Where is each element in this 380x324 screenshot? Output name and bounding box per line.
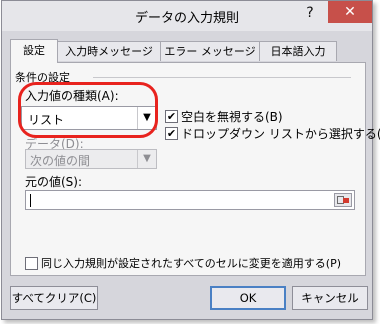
apply-all-label: 同じ入力規則が設定されたすべてのセルに変更を適用する(P) [41, 257, 342, 270]
tab-ime[interactable]: 日本語入力 [259, 41, 337, 61]
data-combo[interactable]: 次の値の間 ▼ [25, 149, 157, 169]
tab-error-message[interactable]: エラー メッセージ [160, 41, 260, 61]
chevron-down-icon[interactable]: ▼ [137, 150, 156, 168]
cancel-button[interactable]: キャンセル [292, 286, 368, 310]
dropdown-label: ドロップダウン リストから選択する(I) [181, 127, 380, 141]
red-highlight-circle [18, 82, 158, 138]
title-bar: データの入力規則 ? ✕ [2, 1, 372, 31]
data-validation-dialog: データの入力規則 ? ✕ 設定 入力時メッセージ エラー メッセージ 日本語入力… [1, 0, 380, 320]
tab-settings[interactable]: 設定 [10, 39, 58, 63]
apply-all-checkbox[interactable] [25, 257, 38, 270]
clear-all-button[interactable]: すべてクリア(C) [10, 286, 98, 310]
data-value: 次の値の間 [30, 154, 91, 168]
close-button[interactable]: ✕ [328, 1, 372, 23]
help-icon[interactable]: ? [302, 5, 318, 23]
range-select-icon[interactable] [334, 193, 352, 207]
ok-button[interactable]: OK [210, 286, 286, 310]
tab-bar: 設定 入力時メッセージ エラー メッセージ 日本語入力 [10, 39, 366, 63]
dropdown-checkbox[interactable]: ✔ [165, 127, 178, 140]
group-divider [93, 77, 351, 78]
ignore-blank-label: 空白を無視する(B) [181, 110, 283, 124]
range-arrow-glyph [343, 198, 349, 203]
tab-input-message[interactable]: 入力時メッセージ [57, 41, 161, 61]
text-cursor [30, 194, 31, 207]
ignore-blank-checkbox[interactable]: ✔ [165, 110, 178, 123]
source-label: 元の値(S): [25, 175, 83, 189]
source-input[interactable] [25, 190, 355, 210]
